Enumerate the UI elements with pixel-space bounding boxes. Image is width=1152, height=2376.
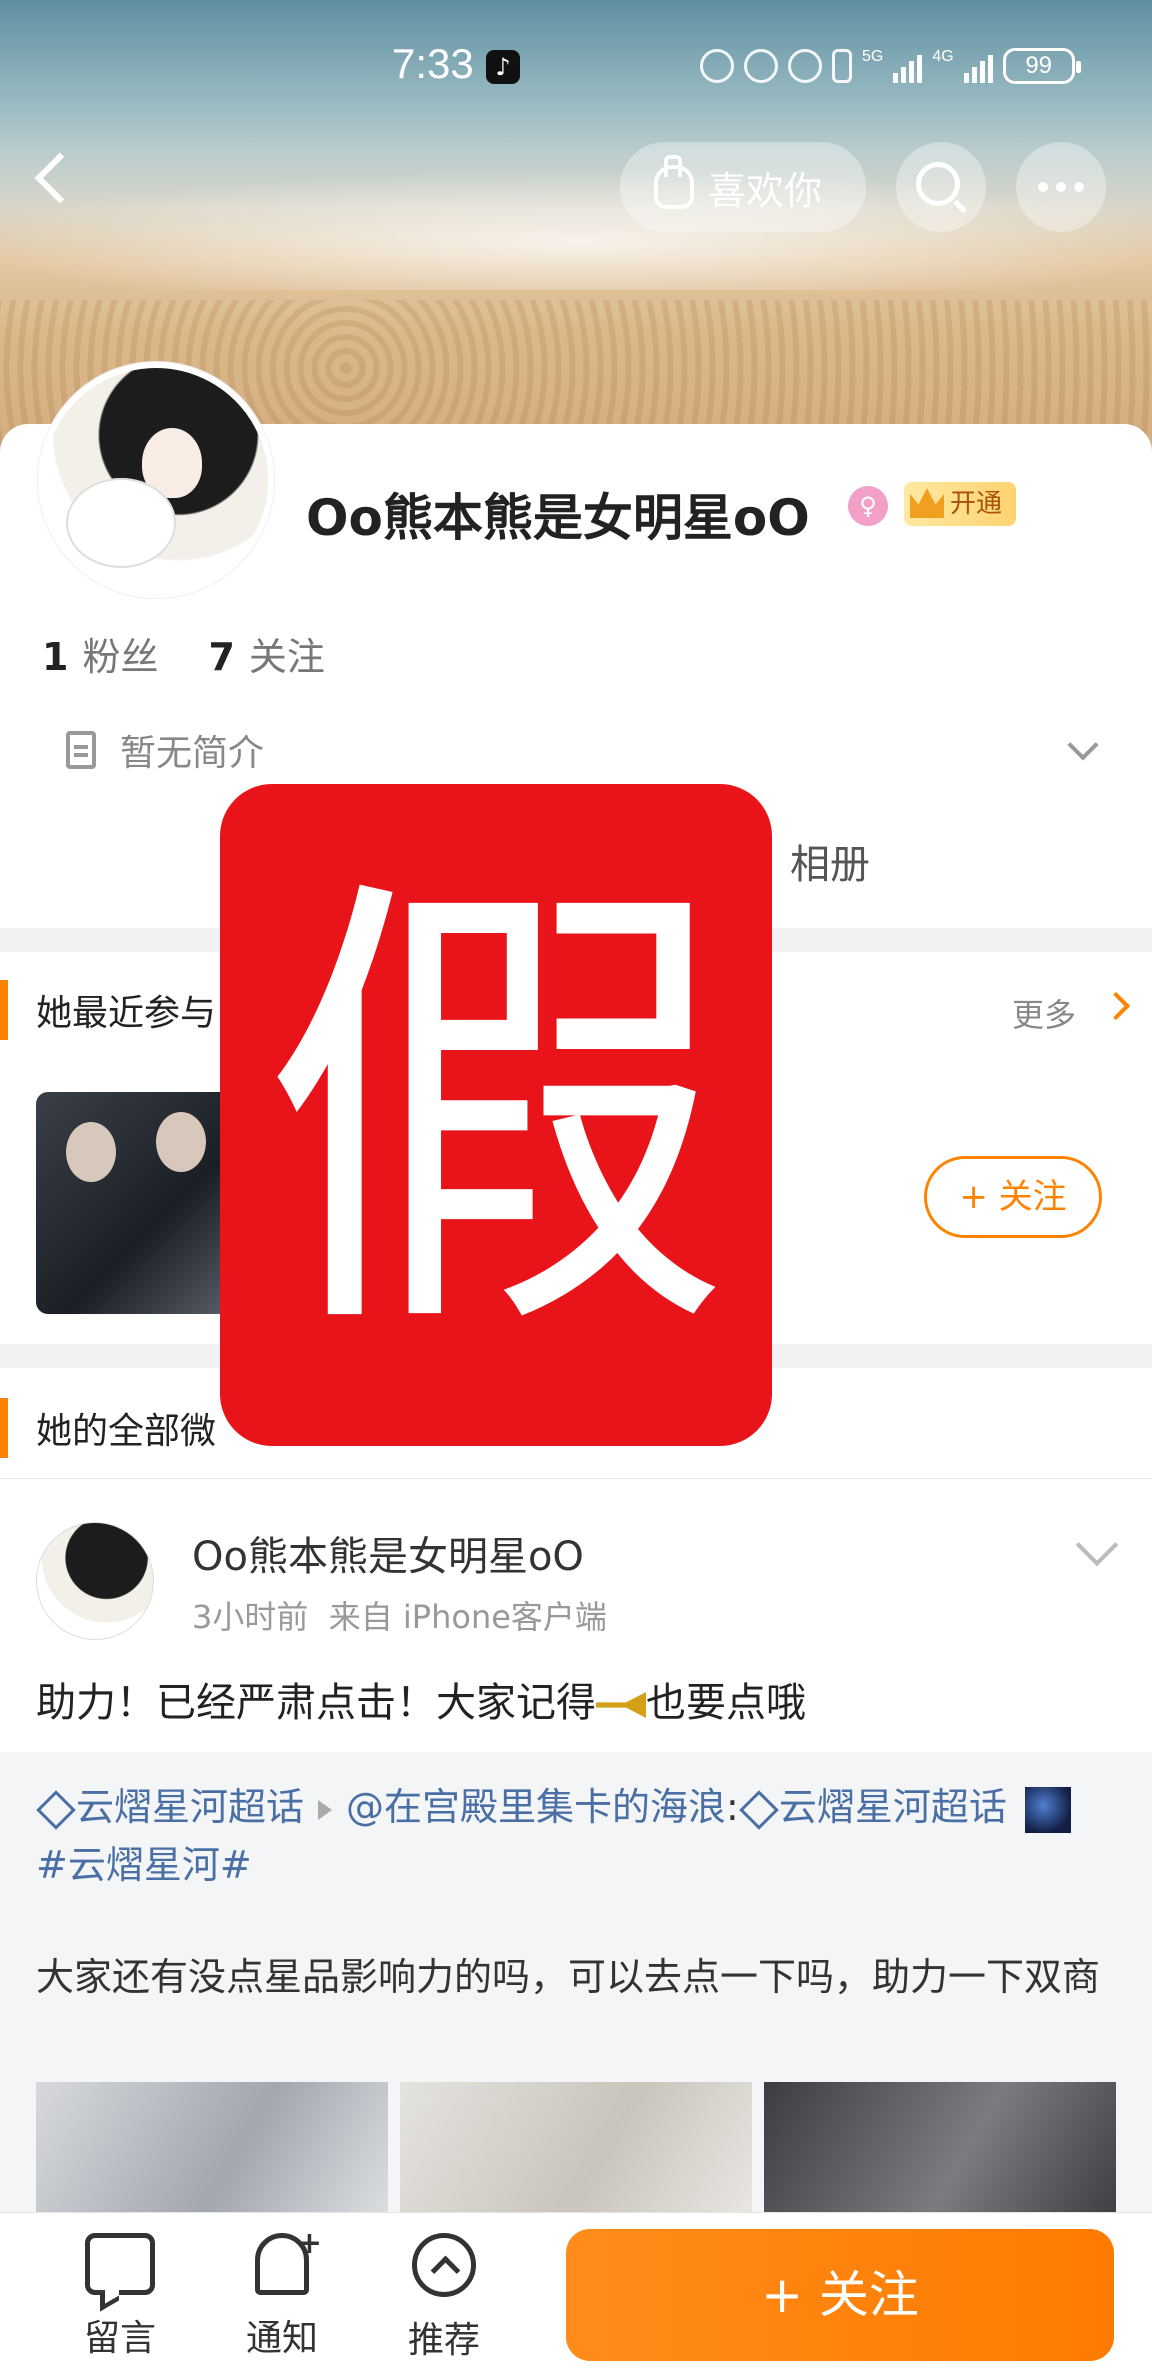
fake-stamp-overlay: 假 <box>220 784 772 1446</box>
nfc-icon <box>744 49 778 83</box>
profile-stats: 1 粉丝 7 关注 <box>42 626 325 681</box>
section-accent-bar <box>0 1398 8 1458</box>
avatar-dog <box>66 478 176 568</box>
posts-section-title: 她的全部微 <box>36 1411 217 1452</box>
recommend-label: 推荐 <box>407 2320 480 2361</box>
following-stat[interactable]: 7 关注 <box>208 626 324 681</box>
more-link[interactable]: 更多 <box>1012 990 1076 1036</box>
post-time: 3小时前 <box>192 1598 309 1636</box>
notify-button[interactable]: 通知 <box>222 2226 342 2361</box>
bell-icon <box>255 2226 322 2295</box>
colon: : <box>726 1785 739 1829</box>
bluetooth-icon <box>832 49 852 83</box>
like-you-label: 喜欢你 <box>708 168 823 213</box>
post-author[interactable]: Oo熊本熊是女明星oO <box>192 1524 584 1582</box>
chevron-down-icon[interactable] <box>1067 729 1099 761</box>
fans-label: 粉丝 <box>82 635 159 679</box>
post-source: 来自 iPhone客户端 <box>328 1598 607 1636</box>
vip-open-label: 开通 <box>950 489 1003 519</box>
thumb-person-2 <box>156 1112 206 1172</box>
status-icons: 5G 4G 99 <box>700 48 1081 84</box>
supertopic-diamond-icon <box>36 1789 76 1830</box>
tab-album[interactable]: 相册 <box>790 832 870 890</box>
post-menu-chevron-icon[interactable] <box>1075 1523 1119 1567</box>
status-time: 7:33 <box>392 40 474 87</box>
tiktok-icon: ♪ <box>486 50 520 84</box>
section-accent-bar <box>0 980 8 1040</box>
recommend-button[interactable]: 推荐 <box>384 2233 504 2363</box>
battery-icon: 99 <box>1002 48 1081 84</box>
network-4g-label: 4G <box>932 48 954 65</box>
female-icon: ♀ <box>848 486 888 526</box>
like-you-button[interactable]: 喜欢你 <box>620 142 866 232</box>
document-icon <box>66 731 96 769</box>
chevron-right-icon[interactable] <box>1101 991 1131 1021</box>
supertopic-link-2[interactable]: 云熠星河超话 <box>779 1785 1007 1829</box>
post-meta: 3小时前 来自 iPhone客户端 <box>192 1592 607 1638</box>
message-button[interactable]: 留言 <box>60 2233 180 2361</box>
search-icon <box>916 162 960 206</box>
alarm-icon <box>788 49 822 83</box>
search-button[interactable] <box>896 142 986 232</box>
following-count: 7 <box>208 635 235 679</box>
crown-icon <box>910 488 944 518</box>
supertopic-follow-button[interactable]: + 关注 <box>924 1156 1102 1238</box>
supertopic-thumbnail[interactable] <box>36 1092 236 1314</box>
supertopic-section-title: 她最近参与 <box>36 993 217 1034</box>
vip-open-badge[interactable]: 开通 <box>904 482 1017 526</box>
fans-stat[interactable]: 1 粉丝 <box>42 626 158 681</box>
post-avatar[interactable] <box>36 1522 154 1640</box>
trumpet-icon <box>596 1692 646 1718</box>
hashtag-link[interactable]: #云熠星河# <box>36 1843 252 1887</box>
recommend-icon <box>412 2233 476 2297</box>
post-text-part2: 也要点哦 <box>646 1680 806 1726</box>
repost-header: 云熠星河超话 @在宫殿里集卡的海浪: 云熠星河超话 #云熠星河# <box>36 1778 1116 1894</box>
fans-count: 1 <box>42 635 69 679</box>
follow-button[interactable]: + 关注 <box>566 2229 1114 2361</box>
notify-label: 通知 <box>245 2318 318 2359</box>
hand-icon <box>654 155 694 209</box>
signal-icon <box>893 49 923 83</box>
signal-icon-2 <box>963 49 993 83</box>
message-label: 留言 <box>83 2318 156 2359</box>
speedometer-icon <box>700 49 734 83</box>
more-button[interactable] <box>1016 142 1106 232</box>
post-text-part1: 助力！已经严肃点击！大家记得 <box>36 1680 596 1726</box>
divider-line <box>0 1478 1152 1479</box>
network-5g-label: 5G <box>862 48 884 65</box>
message-icon <box>85 2233 155 2295</box>
supertopic-diamond-icon <box>739 1789 779 1830</box>
supertopic-link[interactable]: 云熠星河超话 <box>76 1785 304 1829</box>
post-text[interactable]: 助力！已经严肃点击！大家记得 也要点哦 <box>36 1670 806 1728</box>
profile-username: Oo熊本熊是女明星oO <box>306 489 810 547</box>
starry-sky-icon <box>1024 1786 1071 1833</box>
bio-row[interactable]: 暂无简介 <box>66 720 1116 780</box>
following-label: 关注 <box>248 635 325 679</box>
bottom-action-bar: 留言 通知 推荐 + 关注 <box>0 2212 1152 2376</box>
bio-text: 暂无简介 <box>120 733 265 774</box>
thumb-person-1 <box>66 1122 116 1182</box>
status-bar: 7:33 ♪ 5G 4G 99 <box>0 30 1152 110</box>
mention-link[interactable]: @在宫殿里集卡的海浪 <box>346 1785 726 1829</box>
more-dots-icon <box>1038 182 1084 192</box>
repost-text: 大家还有没点星品影响力的吗，可以去点一下吗，助力一下双商 <box>36 1955 1101 1999</box>
arrow-right-icon <box>318 1799 333 1820</box>
avatar[interactable] <box>38 362 274 598</box>
